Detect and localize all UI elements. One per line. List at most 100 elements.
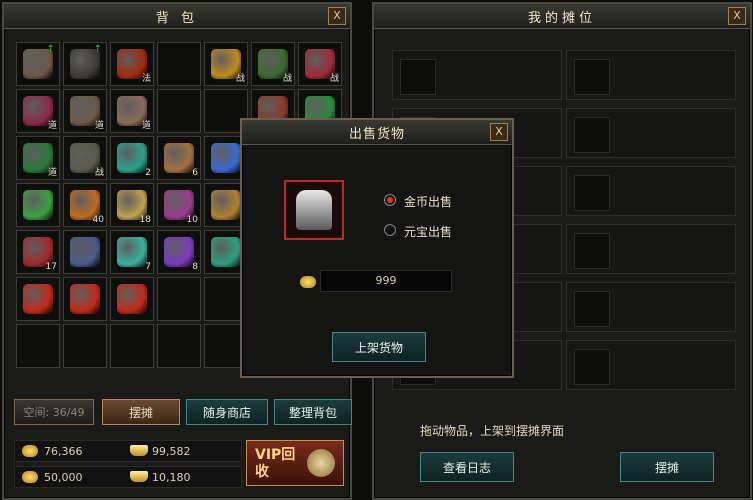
stall-slot[interactable]: [566, 282, 736, 332]
bag-slot[interactable]: ↑: [63, 42, 107, 86]
ingot-icon: [130, 445, 148, 456]
sort-bag-button[interactable]: 整理背包: [274, 399, 352, 425]
capacity-display: 空间: 36/49: [14, 399, 94, 425]
vip-recycle-button[interactable]: VIP回收: [246, 440, 344, 486]
item-icon: [117, 143, 147, 173]
bag-slot[interactable]: 10: [157, 183, 201, 227]
item-icon: [211, 190, 241, 220]
bag-slot[interactable]: 道: [63, 89, 107, 133]
bag-slot[interactable]: 道: [16, 89, 60, 133]
item-tag: 8: [192, 262, 198, 272]
item-tag: 7: [145, 262, 151, 272]
stall-button[interactable]: 摆摊: [102, 399, 180, 425]
bag-slot[interactable]: 战: [298, 42, 342, 86]
stall-slot-icon-box: [574, 59, 610, 95]
item-tag: 战: [329, 74, 339, 84]
item-icon: [23, 190, 53, 220]
stall-slot[interactable]: [566, 340, 736, 390]
bound-gold-icon: [22, 471, 38, 483]
stall-slot-icon-box: [400, 59, 436, 95]
bag-slot[interactable]: [16, 183, 60, 227]
stall-slot[interactable]: [566, 108, 736, 158]
bound-gold-amount: 50,000: [44, 471, 83, 484]
bag-slot[interactable]: [63, 230, 107, 274]
bag-slot[interactable]: [16, 324, 60, 368]
bag-slot[interactable]: [157, 89, 201, 133]
bag-slot[interactable]: 18: [110, 183, 154, 227]
sell-titlebar[interactable]: 出售货物: [242, 120, 512, 145]
portable-shop-button[interactable]: 随身商店: [186, 399, 268, 425]
yuanbao-sale-radio[interactable]: [384, 224, 396, 236]
item-icon: [23, 284, 53, 314]
bag-slot[interactable]: [63, 324, 107, 368]
stall-slot[interactable]: [566, 50, 736, 100]
stall-slot-icon-box: [574, 233, 610, 269]
bag-slot[interactable]: 道: [16, 136, 60, 180]
vip-recycle-label: VIP回收: [255, 447, 296, 480]
item-tag: 战: [282, 74, 292, 84]
item-icon: [164, 143, 194, 173]
upgrade-arrow-icon: ↑: [93, 44, 102, 55]
bag-slot[interactable]: 战: [63, 136, 107, 180]
bag-slot[interactable]: [16, 277, 60, 321]
item-icon: [70, 284, 100, 314]
list-goods-button[interactable]: 上架货物: [332, 332, 426, 362]
stall-slot[interactable]: [566, 224, 736, 274]
gold-sale-label: 金币出售: [404, 195, 453, 209]
item-icon: [164, 237, 194, 267]
gold-amount: 76,366: [44, 445, 83, 458]
armor-icon: [296, 190, 332, 230]
item-tag: 道: [141, 121, 151, 131]
item-icon: [117, 237, 147, 267]
bag-titlebar[interactable]: 背 包: [4, 4, 350, 29]
sell-item-slot[interactable]: [284, 180, 344, 240]
price-input[interactable]: 999: [320, 270, 452, 292]
item-tag: 道: [47, 168, 57, 178]
item-tag: 10: [186, 215, 198, 225]
stall-close-button[interactable]: X: [728, 7, 746, 25]
bag-slot[interactable]: 战: [251, 42, 295, 86]
stall-titlebar[interactable]: 我的摊位: [374, 4, 750, 29]
bag-slot[interactable]: 7: [110, 230, 154, 274]
sell-close-button[interactable]: X: [490, 123, 508, 141]
bag-slot[interactable]: 战: [204, 42, 248, 86]
bag-slot[interactable]: [157, 324, 201, 368]
bound-ingot-icon: [130, 471, 148, 482]
item-icon: [211, 143, 241, 173]
bag-slot[interactable]: 法: [110, 42, 154, 86]
bag-slot[interactable]: [157, 42, 201, 86]
stall-hint: 拖动物品，上架到摆摊界面: [420, 424, 565, 438]
item-tag: 道: [94, 121, 104, 131]
stall-slot-icon-box: [574, 117, 610, 153]
stall-slot[interactable]: [566, 166, 736, 216]
gold-sale-radio[interactable]: [384, 194, 396, 206]
stall-title: 我的摊位: [527, 10, 596, 26]
item-tag: 17: [45, 262, 57, 272]
bag-slot[interactable]: 6: [157, 136, 201, 180]
stall-slot-icon-box: [574, 349, 610, 385]
bag-slot[interactable]: 2: [110, 136, 154, 180]
item-icon: [211, 237, 241, 267]
stall-slot-icon-box: [574, 175, 610, 211]
stall-confirm-button[interactable]: 摆摊: [620, 452, 714, 482]
bag-slot[interactable]: 40: [63, 183, 107, 227]
bag-slot[interactable]: [110, 277, 154, 321]
item-tag: 战: [235, 74, 245, 84]
item-tag: 道: [47, 121, 57, 131]
bag-slot[interactable]: [63, 277, 107, 321]
bag-slot[interactable]: 17: [16, 230, 60, 274]
bag-slot[interactable]: [157, 277, 201, 321]
item-tag: 法: [141, 74, 151, 84]
bag-slot[interactable]: ↑: [16, 42, 60, 86]
money-bag-icon: [307, 449, 335, 477]
bag-close-button[interactable]: X: [328, 7, 346, 25]
item-icon: [117, 284, 147, 314]
bag-slot[interactable]: [110, 324, 154, 368]
bag-slot[interactable]: 道: [110, 89, 154, 133]
stall-slot[interactable]: [392, 50, 562, 100]
price-coin-icon: [300, 276, 316, 288]
bag-slot[interactable]: 8: [157, 230, 201, 274]
upgrade-arrow-icon: ↑: [46, 44, 55, 55]
ingot-amount: 99,582: [152, 445, 191, 458]
view-log-button[interactable]: 查看日志: [420, 452, 514, 482]
